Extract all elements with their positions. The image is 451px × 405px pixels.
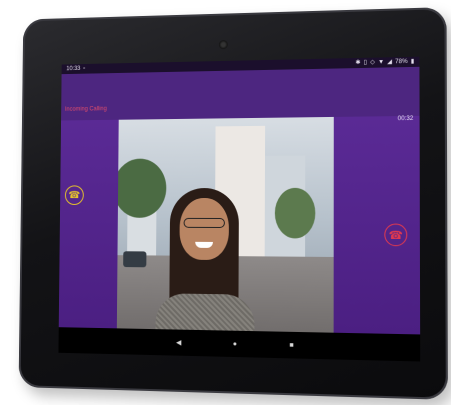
recents-icon[interactable]: ■ [289,342,293,349]
background-car [123,251,147,268]
hangup-call-button[interactable]: ☎ [384,223,408,247]
caller-video-feed [116,116,334,339]
battery-icon: ▮ [410,58,415,65]
front-camera [218,40,228,50]
wifi-icon: ▼ [377,59,385,66]
tablet-screen: 10:33 ▫ ✱ ▯ ◇ ▼ ◢ 78% ▮ Incoming Calling… [58,56,421,362]
call-duration: 00:32 [397,115,414,123]
vibrate-icon: ▯ [363,59,368,66]
caller-face [179,198,230,261]
phone-accept-icon: ☎ [68,189,81,201]
sim-icon: ▫ [83,65,86,72]
location-icon: ◇ [370,59,375,66]
battery-percent: 78% [395,58,408,66]
call-app-bar: Incoming Calling [61,66,420,121]
tablet-device: 10:33 ▫ ✱ ▯ ◇ ▼ ◢ 78% ▮ Incoming Calling… [18,7,448,400]
bluetooth-icon: ✱ [355,59,361,67]
phone-hangup-icon: ☎ [388,229,403,242]
status-time: 10:33 [66,66,81,73]
call-title: Incoming Calling [64,106,107,113]
background-tree [116,158,167,218]
back-icon[interactable]: ◀ [176,339,181,347]
signal-icon: ◢ [387,59,393,66]
background-tree [274,187,316,239]
accept-call-button[interactable]: ☎ [64,185,84,205]
caller-glasses [183,217,225,229]
home-icon[interactable]: ● [233,340,237,347]
